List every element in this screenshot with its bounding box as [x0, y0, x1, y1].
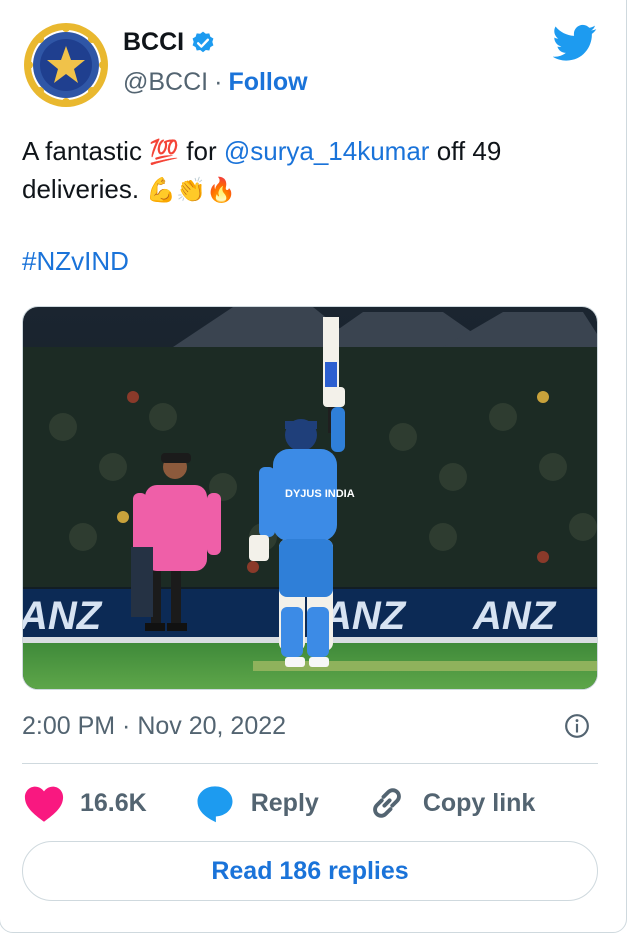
jersey-text: DYJUS INDIA — [285, 488, 355, 500]
copy-link-label: Copy link — [422, 788, 536, 817]
hundred-emoji-icon: 💯 — [149, 138, 180, 166]
timestamp-row: 2:00 PM · Nov 20, 2022 — [22, 706, 598, 746]
reply-bubble-icon — [197, 786, 233, 823]
tweet-text-part: A fantastic — [22, 136, 150, 166]
copy-link-button[interactable]: Copy link — [365, 782, 536, 824]
like-button[interactable]: 16.6K — [22, 783, 147, 823]
author-name-row: BCCI — [123, 28, 216, 57]
tweet-actions: 16.6K Reply Copy link — [22, 780, 581, 826]
reply-button[interactable]: Reply — [193, 782, 319, 824]
tweet-text: A fantastic 💯 for @surya_14kumar off 49 … — [22, 133, 602, 209]
anz-banner-text: ANZ — [322, 594, 407, 638]
author-name[interactable]: BCCI — [123, 28, 184, 57]
muscle-clap-fire-emoji-icon: 💪👏🔥 — [146, 176, 236, 204]
verified-badge-icon — [192, 31, 214, 52]
mention-link[interactable]: @surya_14kumar — [224, 136, 430, 166]
tweet-photo[interactable]: ANZ ANZ ANZ DYJUS INDIA — [22, 306, 598, 690]
tweet-card: BCCI @BCCI · Follow A fantastic 💯 for @s… — [0, 0, 627, 933]
handle-row: @BCCI · Follow — [123, 68, 308, 97]
separator-dot: · — [214, 68, 223, 96]
bcci-logo-avatar[interactable] — [23, 22, 109, 108]
divider — [22, 763, 598, 764]
tweet-timestamp[interactable]: 2:00 PM · Nov 20, 2022 — [22, 712, 286, 741]
link-icon — [373, 788, 401, 818]
heart-icon — [24, 786, 64, 822]
tweet-text-part: for — [179, 136, 224, 166]
twitter-bird-icon[interactable] — [553, 24, 597, 62]
read-replies-button[interactable]: Read 186 replies — [22, 841, 598, 901]
like-count: 16.6K — [80, 788, 147, 817]
anz-banner-text: ANZ — [23, 594, 103, 638]
follow-link[interactable]: Follow — [228, 68, 307, 97]
author-handle[interactable]: @BCCI — [123, 68, 208, 97]
reply-label: Reply — [250, 788, 319, 817]
anz-banner-text: ANZ — [472, 594, 557, 638]
hashtag-link[interactable]: #NZvIND — [22, 246, 129, 277]
info-icon[interactable] — [564, 713, 590, 739]
